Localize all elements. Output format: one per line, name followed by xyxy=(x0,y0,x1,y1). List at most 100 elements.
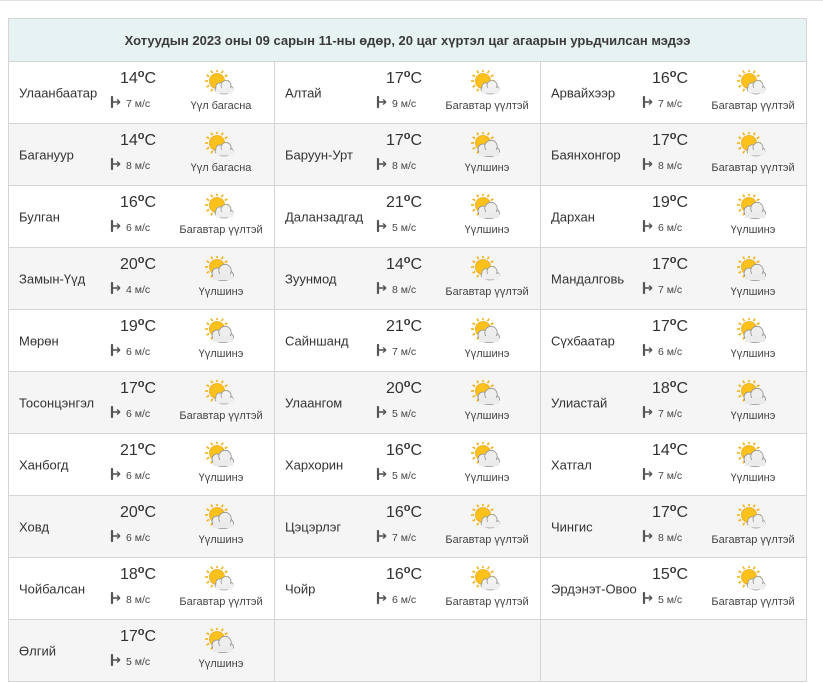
city-forecast: Зуунмод 14oC 8 м/с Багавтар үүлтэй xyxy=(275,248,540,309)
city-forecast: Хархорин 16oC 5 м/с Үүлшинэ xyxy=(275,434,540,495)
empty-cell xyxy=(540,619,807,682)
wind-icon xyxy=(642,95,658,111)
temperature: 17oC xyxy=(652,130,688,150)
weather-condition: Багавтар үүлтэй xyxy=(445,286,529,298)
wind-icon xyxy=(642,343,658,359)
temperature-value: 15 xyxy=(652,566,670,583)
city-forecast: Булган 16oC 6 м/с Багавтар үүлтэй xyxy=(9,186,274,247)
wind-speed: 7 м/с xyxy=(642,281,683,297)
wind-speed-value: 7 м/с xyxy=(658,97,683,110)
wind-icon xyxy=(110,653,126,669)
forecast-row: Ханбогд 21oC 6 м/с Үүлшинэ Хархорин 16oC 5 м/с… xyxy=(8,433,807,496)
city-name: Зуунмод xyxy=(285,271,337,286)
wind-speed-value: 6 м/с xyxy=(126,531,151,544)
sun-cloud-icon xyxy=(471,255,501,282)
wind-speed: 8 м/с xyxy=(110,591,150,607)
city-forecast: Ховд 20oC 6 м/с Үүлшинэ xyxy=(9,496,274,557)
city-cell: Ховд 20oC 6 м/с Үүлшинэ xyxy=(8,495,275,558)
cloud-sun-icon xyxy=(205,441,235,468)
wind-icon xyxy=(110,219,126,235)
wind-speed: 5 м/с xyxy=(376,467,417,483)
city-cell: Даланзадгад 21oC 5 м/с Үүлшинэ xyxy=(274,185,541,248)
city-forecast: Баганууp 14oC 8 м/с Үүл багасна xyxy=(9,124,274,185)
degree-symbol: o xyxy=(137,68,145,80)
temperature-unit: C xyxy=(144,318,157,335)
city-name: Мөрөн xyxy=(19,333,59,348)
temperature-value: 17 xyxy=(120,380,138,397)
wind-speed-value: 8 м/с xyxy=(126,159,151,172)
city-name: Сүхбаатар xyxy=(551,333,615,348)
wind-icon xyxy=(376,529,392,545)
temperature-value: 21 xyxy=(386,318,404,335)
wind-speed: 5 м/с xyxy=(642,591,683,607)
temperature-unit: C xyxy=(144,70,157,87)
city-forecast: Мандалговь 17oC 7 м/с Үүлшинэ xyxy=(541,248,806,309)
temperature-unit: C xyxy=(410,132,423,149)
degree-symbol: o xyxy=(137,502,145,514)
wind-speed: 8 м/с xyxy=(376,281,416,297)
cloud-sun-icon xyxy=(471,131,501,158)
empty-cell-body xyxy=(275,620,540,681)
temperature: 14oC xyxy=(120,68,156,88)
wind-speed-value: 5 м/с xyxy=(658,593,683,606)
wind-speed-value: 6 м/с xyxy=(658,345,683,358)
wind-speed: 7 м/с xyxy=(376,343,417,359)
temperature-unit: C xyxy=(676,566,689,583)
wind-speed-value: 6 м/с xyxy=(126,469,151,482)
degree-symbol: o xyxy=(403,254,411,266)
city-cell: Арвайхээр 16oC 7 м/с Багавтар үүлтэй xyxy=(540,61,807,124)
wind-speed-value: 7 м/с xyxy=(658,283,683,296)
city-forecast: Баянхонгор 17oC 8 м/с Багавтар үүлтэй xyxy=(541,124,806,185)
empty-cell xyxy=(274,619,541,682)
wind-speed-value: 7 м/с xyxy=(392,345,417,358)
wind-speed: 6 м/с xyxy=(110,343,151,359)
wind-icon xyxy=(110,343,126,359)
degree-symbol: o xyxy=(137,192,145,204)
weather-condition: Үүлшинэ xyxy=(198,286,244,298)
city-forecast: Тосонцэнгэл 17oC 6 м/с Багавтар үүлтэй xyxy=(9,372,274,433)
city-name: Тосонцэнгэл xyxy=(19,395,95,410)
wind-speed-value: 4 м/с xyxy=(126,283,151,296)
temperature: 17oC xyxy=(652,254,688,274)
wind-speed-value: 5 м/с xyxy=(392,469,417,482)
city-name: Баруун-Урт xyxy=(285,147,353,162)
cloud-sun-icon xyxy=(471,441,501,468)
temperature: 17oC xyxy=(120,626,156,646)
city-name: Эрдэнэт-Овоо xyxy=(551,581,637,596)
wind-speed: 7 м/с xyxy=(642,405,682,421)
wind-icon xyxy=(642,467,658,483)
city-cell: Хатгал 14oC 7 м/с Үүлшинэ xyxy=(540,433,807,496)
temperature-unit: C xyxy=(144,442,157,459)
temperature: 20oC xyxy=(120,254,156,274)
wind-speed-value: 6 м/с xyxy=(126,345,151,358)
wind-icon xyxy=(376,219,392,235)
forecast-title: Хотуудын 2023 оны 09 сарын 11-ны өдөр, 2… xyxy=(8,18,807,62)
wind-speed-value: 9 м/с xyxy=(392,97,417,110)
temperature: 18oC xyxy=(652,378,688,398)
temperature-value: 20 xyxy=(386,380,404,397)
temperature-value: 21 xyxy=(386,194,404,211)
city-name: Мандалговь xyxy=(551,271,625,286)
wind-speed: 6 м/с xyxy=(110,467,151,483)
temperature: 15oC xyxy=(652,564,688,584)
wind-icon xyxy=(642,219,658,235)
temperature-value: 20 xyxy=(120,256,138,273)
city-name: Чойр xyxy=(285,581,316,596)
temperature-value: 20 xyxy=(120,504,138,521)
city-name: Баганууp xyxy=(19,147,74,162)
cloud-sun-icon xyxy=(737,379,767,406)
weather-condition: Үүлшинэ xyxy=(730,286,776,298)
city-cell: Сайншанд 21oC 7 м/с Үүлшинэ xyxy=(274,309,541,372)
city-cell: Чойр 16oC 6 м/с Багавтар үүлтэй xyxy=(274,557,541,620)
wind-icon xyxy=(642,591,658,607)
temperature: 17oC xyxy=(652,316,688,336)
wind-speed: 6 м/с xyxy=(642,219,682,235)
wind-speed-value: 7 м/с xyxy=(392,531,417,544)
wind-speed: 5 м/с xyxy=(110,653,150,669)
temperature: 19oC xyxy=(120,316,156,336)
cloud-sun-icon xyxy=(205,317,235,344)
empty-cell-body xyxy=(541,620,806,681)
sun-cloud-icon xyxy=(205,193,235,220)
sun-cloud-icon xyxy=(471,69,501,96)
temperature-unit: C xyxy=(410,442,423,459)
